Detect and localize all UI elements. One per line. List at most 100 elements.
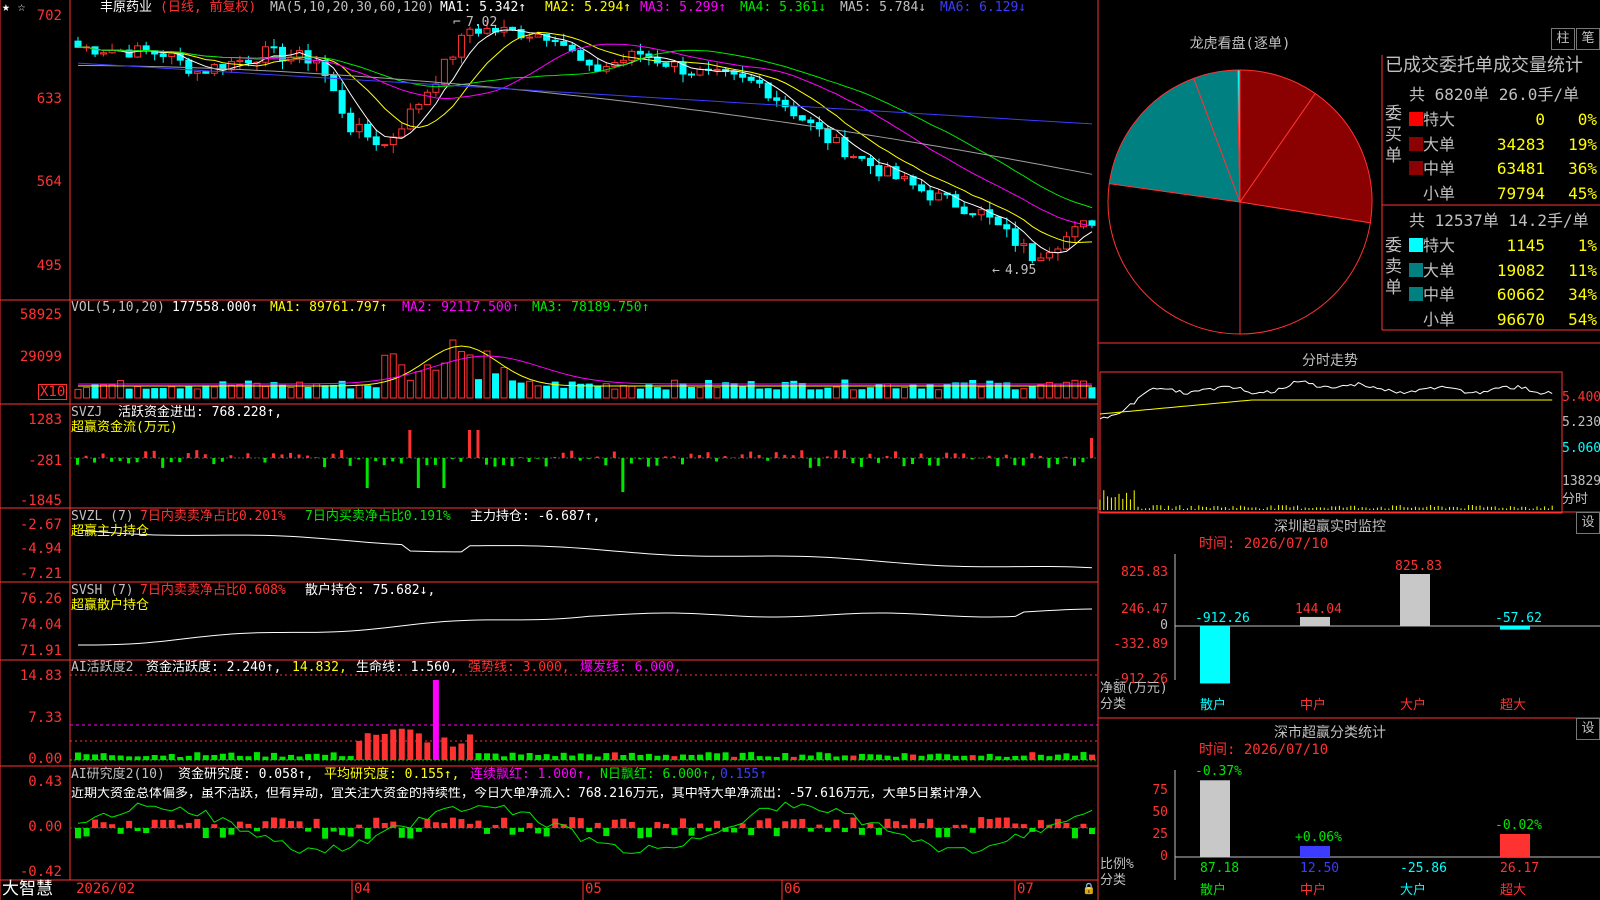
ai-research-bar bbox=[748, 828, 755, 836]
svzj-bar bbox=[118, 458, 122, 461]
dragon-tiger-title: 龙虎看盘(逐单) bbox=[1189, 36, 1291, 52]
svzj-bar bbox=[817, 458, 821, 467]
color-swatch bbox=[1409, 112, 1423, 126]
sz-classify-change: +0.06% bbox=[1295, 830, 1342, 845]
ai-active-bar bbox=[773, 756, 780, 760]
buy-order-row: 中单 63481 36% bbox=[1409, 155, 1599, 179]
ai-active-title: AI活跃度2 bbox=[71, 660, 134, 675]
ai-research-bar bbox=[577, 818, 584, 828]
ai-research-bar bbox=[407, 828, 414, 839]
ai-research-bar bbox=[432, 822, 439, 828]
volume-bar bbox=[91, 384, 99, 399]
sz-monitor-unit: 净额(万元) bbox=[1100, 681, 1168, 696]
ai-active-bar bbox=[160, 755, 167, 760]
ai-research-bar bbox=[662, 823, 669, 828]
candle-body bbox=[347, 112, 355, 133]
sz-monitor-category-label: 分类 bbox=[1100, 697, 1127, 712]
sz-classify-settings-button[interactable]: 设 bbox=[1576, 718, 1600, 740]
ai-active-bar bbox=[330, 752, 337, 760]
candle-body bbox=[1028, 243, 1036, 262]
ai-active-bar bbox=[168, 754, 175, 760]
ai-research-bar bbox=[117, 828, 124, 834]
ai-active-bar bbox=[228, 752, 235, 760]
ai-research-bar bbox=[1020, 824, 1027, 828]
svzj-bar bbox=[220, 458, 224, 462]
volume-bar bbox=[134, 385, 142, 399]
sell-order-name: 特大 bbox=[1423, 236, 1456, 255]
svzj-bar bbox=[1030, 453, 1034, 458]
ai-research-bar bbox=[620, 818, 627, 828]
ai-active-bar bbox=[1012, 755, 1019, 760]
ai-active-bar bbox=[1029, 752, 1036, 760]
sz-monitor-tick: 246.47 bbox=[1121, 602, 1168, 617]
ai-active-bar bbox=[288, 754, 295, 760]
ai-active-bar bbox=[952, 755, 959, 760]
high-price-mark: 7.02 bbox=[466, 15, 498, 30]
candle-body bbox=[449, 56, 457, 60]
ai-active-bar bbox=[1020, 755, 1027, 760]
volume-bar bbox=[210, 386, 218, 399]
candle-body bbox=[423, 91, 431, 106]
ai-research-bar bbox=[637, 828, 644, 839]
candle-body bbox=[364, 123, 372, 138]
svzj-bar bbox=[76, 458, 79, 465]
candle-body bbox=[398, 128, 406, 138]
ai-active-bar bbox=[484, 753, 491, 760]
bar-view-button[interactable]: 柱 bbox=[1551, 28, 1575, 50]
ma6-value: MA6: 6.129↓ bbox=[940, 0, 1027, 15]
ai-research-text-a: 资金研究度: 0.058↑, bbox=[178, 767, 314, 782]
sz-monitor-title: 深圳超赢实时监控 bbox=[1274, 519, 1386, 535]
period-label[interactable]: (日线, 前复权) bbox=[160, 1, 256, 15]
brand-logo[interactable]: 大智慧 bbox=[2, 880, 53, 898]
ai-research-bar bbox=[168, 819, 175, 828]
ai-active-bar bbox=[424, 742, 431, 760]
ai-research-bar bbox=[807, 828, 814, 832]
ai-active-bar bbox=[100, 753, 107, 760]
ai-active-bar bbox=[833, 756, 840, 760]
volume-bar bbox=[918, 388, 926, 399]
ai-research-bar bbox=[697, 823, 704, 828]
vol-ma3: MA3: 78189.750↑ bbox=[532, 300, 650, 315]
ai-active-bar bbox=[910, 754, 917, 760]
ai-active-bar bbox=[518, 754, 525, 760]
ai-active-bar bbox=[296, 756, 303, 760]
sz-monitor-category: 散户 bbox=[1200, 698, 1227, 713]
buy-order-name: 小单 bbox=[1423, 183, 1456, 203]
candle-body bbox=[790, 106, 798, 117]
svzj-bar bbox=[621, 458, 625, 492]
main-chart-canvas[interactable] bbox=[0, 0, 1600, 900]
sell-order-row: 特大 1145 1% bbox=[1409, 232, 1599, 256]
candle-body bbox=[236, 59, 244, 63]
volume-bar bbox=[330, 384, 338, 399]
high-arrow: ⌐ bbox=[453, 15, 461, 30]
ai-active-bar bbox=[356, 740, 363, 760]
svzj-bar bbox=[604, 458, 608, 466]
pie-slice bbox=[1239, 201, 1371, 335]
volume-bar bbox=[713, 387, 721, 399]
candle-body bbox=[798, 115, 806, 121]
lock-icon[interactable]: 🔒 bbox=[1082, 882, 1096, 896]
svzj-bar bbox=[902, 458, 906, 467]
candle-body bbox=[1088, 220, 1096, 226]
svzj-bar bbox=[646, 458, 650, 467]
sz-classify-category: 散户 bbox=[1200, 883, 1227, 898]
stock-name: 丰原药业 bbox=[100, 0, 153, 15]
ai-research-bar bbox=[305, 828, 312, 832]
ai-active-bar bbox=[134, 756, 141, 760]
ai-research-bar bbox=[492, 824, 499, 828]
sz-monitor-settings-button[interactable]: 设 bbox=[1576, 512, 1600, 534]
stroke-view-button[interactable]: 笔 bbox=[1576, 28, 1600, 50]
ai-active-bar bbox=[381, 733, 388, 760]
ai-research-bar bbox=[398, 828, 405, 838]
sz-monitor-bar bbox=[1300, 616, 1330, 626]
svzj-bar bbox=[723, 456, 727, 458]
candle-body bbox=[551, 39, 559, 43]
ai-active-bar bbox=[313, 753, 320, 760]
ai-research-text-c: 连续飘红: 1.000↑, bbox=[470, 767, 593, 782]
ai-research-bar bbox=[236, 821, 243, 828]
ai-research-bar bbox=[202, 828, 209, 839]
ai-active-tick: 14.83 bbox=[19, 668, 62, 684]
ai-research-title: AI研究度2(10) bbox=[71, 767, 165, 782]
svzj-bar bbox=[289, 452, 293, 458]
svzl-tick: -2.67 bbox=[19, 517, 62, 533]
